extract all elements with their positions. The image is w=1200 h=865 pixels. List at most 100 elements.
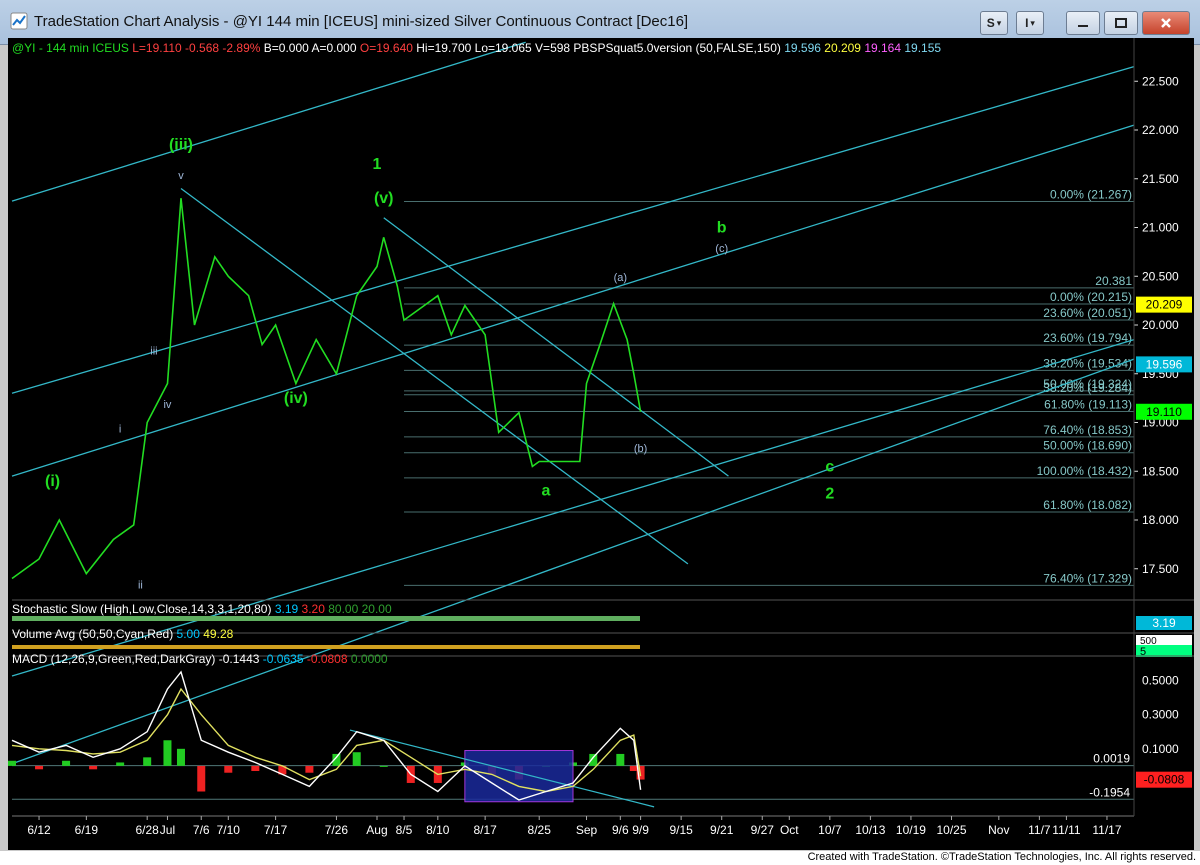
fib-level-label-8: 61.80% (19.113) bbox=[1044, 397, 1132, 411]
macd-histogram-bar-6 bbox=[163, 740, 172, 766]
price-tick-label-2: 21.500 bbox=[1142, 172, 1179, 186]
info-item-9: 19.596 bbox=[781, 41, 821, 55]
x-tick-label-8: Aug bbox=[366, 823, 387, 837]
price-series-line bbox=[11, 198, 642, 580]
i-menu-button[interactable]: I ▾ bbox=[1016, 11, 1044, 35]
x-tick-label-11: 8/17 bbox=[473, 823, 497, 837]
macd-legend-item-3: -0.0808 bbox=[304, 652, 348, 666]
fib-level-label-1: 20.381 bbox=[1095, 274, 1132, 288]
info-item-3: A=0.000 bbox=[309, 41, 357, 55]
wave-label-2: 1 bbox=[373, 156, 382, 173]
macd-histogram-bar-15 bbox=[379, 765, 388, 767]
volume-legend-item-0: Volume Avg (50,50,Cyan,Red) bbox=[12, 627, 173, 641]
fib-level-label-7: 38.20% (19.284) bbox=[1043, 381, 1132, 395]
price-tick-label-8: 18.500 bbox=[1142, 464, 1179, 478]
macd-histogram-bar-1 bbox=[35, 765, 44, 770]
macd-histogram-bar-24 bbox=[616, 753, 625, 766]
info-item-5: Hi=19.700 bbox=[413, 41, 472, 55]
price-tick-label-1: 22.000 bbox=[1142, 123, 1179, 137]
macd-legend-item-0: MACD (12,26,9,Green,Red,DarkGray) bbox=[12, 652, 215, 666]
macd-histogram-bar-0 bbox=[8, 760, 16, 766]
stochastic-marker-label: 3.19 bbox=[1152, 616, 1176, 630]
i-label: I bbox=[1025, 16, 1029, 30]
macd-tick-label-0: 0.5000 bbox=[1142, 673, 1179, 687]
price-marker-label-1: 19.596 bbox=[1146, 357, 1183, 371]
wave-label-7: i bbox=[119, 423, 121, 435]
wave-label-12: (b) bbox=[634, 443, 647, 455]
x-tick-label-7: 7/26 bbox=[325, 823, 349, 837]
macd-level-label-0: 0.0019 bbox=[1093, 752, 1130, 766]
wave-label-14: (c) bbox=[715, 243, 728, 255]
fib-level-label-3: 23.60% (20.051) bbox=[1043, 306, 1132, 320]
x-tick-label-26: 11/11 bbox=[1052, 823, 1081, 837]
info-item-1: L=19.110 -0.568 -2.89% bbox=[129, 41, 261, 55]
fib-level-label-12: 61.80% (18.082) bbox=[1043, 498, 1132, 512]
wave-label-0: (iii) bbox=[169, 137, 193, 154]
x-tick-label-27: 11/17 bbox=[1092, 823, 1121, 837]
chart-area[interactable]: 0.00% (21.267) 20.381 0.00% (20.215) 23.60%… bbox=[8, 38, 1194, 850]
close-icon bbox=[1161, 18, 1171, 28]
minimize-button[interactable] bbox=[1066, 11, 1100, 35]
volume-legend-item-1: 5.00 bbox=[173, 627, 200, 641]
info-item-7: V=598 bbox=[532, 41, 571, 55]
macd-histogram-bar-9 bbox=[224, 765, 233, 773]
fib-level-label-9: 76.40% (18.853) bbox=[1043, 423, 1132, 437]
stochastic-legend-item-4: 20.00 bbox=[358, 602, 392, 616]
x-tick-label-15: 9/9 bbox=[632, 823, 649, 837]
wave-label-10: a bbox=[542, 483, 551, 500]
fib-level-label-10: 50.00% (18.690) bbox=[1043, 439, 1132, 453]
price-tick-label-9: 18.000 bbox=[1142, 513, 1179, 527]
channel-line-0 bbox=[11, 41, 526, 202]
x-tick-label-9: 8/5 bbox=[396, 823, 413, 837]
s-label: S bbox=[986, 16, 995, 30]
stochastic-legend-item-3: 80.00 bbox=[325, 602, 359, 616]
x-tick-label-14: 9/6 bbox=[612, 823, 629, 837]
wave-label-11: (a) bbox=[614, 272, 627, 284]
price-tick-label-0: 22.500 bbox=[1142, 74, 1179, 88]
wave-label-13: b bbox=[717, 219, 727, 236]
info-item-8: PBSPSquat5.0version (50,FALSE,150) bbox=[570, 41, 781, 55]
x-tick-label-12: 8/25 bbox=[528, 823, 552, 837]
stochastic-legend: Stochastic Slow (High,Low,Close,14,3,3,1… bbox=[12, 602, 392, 616]
x-tick-label-23: 10/25 bbox=[936, 823, 966, 837]
channel-line-6 bbox=[383, 217, 729, 477]
s-menu-button[interactable]: S ▾ bbox=[980, 11, 1008, 35]
indicator-info-line: @YI - 144 min ICEUS L=19.110 -0.568 -2.8… bbox=[12, 41, 941, 55]
close-button[interactable] bbox=[1142, 11, 1190, 35]
macd-histogram-bar-14 bbox=[352, 752, 361, 766]
x-tick-label-3: Jul bbox=[160, 823, 175, 837]
macd-legend-item-2: -0.0635 bbox=[259, 652, 303, 666]
macd-histogram-bar-3 bbox=[89, 765, 98, 770]
x-tick-label-16: 9/15 bbox=[669, 823, 693, 837]
fib-level-label-11: 100.00% (18.432) bbox=[1037, 464, 1132, 478]
stochastic-legend-item-1: 3.19 bbox=[271, 602, 298, 616]
x-tick-label-24: Nov bbox=[988, 823, 1009, 837]
macd-marker-label: -0.0808 bbox=[1144, 773, 1185, 787]
channel-line-5 bbox=[180, 187, 689, 565]
fib-level-label-0: 0.00% (21.267) bbox=[1050, 187, 1132, 201]
wave-label-8: (i) bbox=[45, 473, 60, 490]
macd-histogram-bar-8 bbox=[197, 765, 206, 792]
x-tick-label-22: 10/19 bbox=[896, 823, 926, 837]
caret-down-icon: ▾ bbox=[1030, 17, 1035, 28]
price-tick-label-4: 20.500 bbox=[1142, 269, 1179, 283]
volume-band bbox=[12, 645, 640, 649]
x-tick-label-1: 6/19 bbox=[75, 823, 99, 837]
footer: Created with TradeStation. ©TradeStation… bbox=[0, 851, 1200, 865]
macd-legend-item-1: -0.1443 bbox=[215, 652, 259, 666]
maximize-button[interactable] bbox=[1104, 11, 1138, 35]
x-tick-label-5: 7/10 bbox=[217, 823, 241, 837]
macd-histogram-bar-5 bbox=[143, 757, 152, 766]
wave-label-9: ii bbox=[138, 579, 143, 591]
fib-level-label-4: 23.60% (19.794) bbox=[1043, 331, 1132, 345]
stochastic-legend-item-0: Stochastic Slow (High,Low,Close,14,3,3,1… bbox=[12, 602, 271, 616]
chart-canvas[interactable]: 0.00% (21.267) 20.381 0.00% (20.215) 23.60%… bbox=[8, 38, 1194, 850]
info-item-0: @YI - 144 min ICEUS bbox=[12, 41, 129, 55]
info-item-6: Lo=19.065 bbox=[471, 41, 532, 55]
copyright-text: Created with TradeStation. ©TradeStation… bbox=[807, 851, 1196, 863]
stochastic-band bbox=[12, 616, 640, 621]
info-item-10: 20.209 bbox=[821, 41, 861, 55]
x-tick-label-6: 7/17 bbox=[264, 823, 288, 837]
minimize-icon bbox=[1078, 25, 1088, 27]
macd-legend: MACD (12,26,9,Green,Red,DarkGray) -0.144… bbox=[12, 652, 388, 666]
